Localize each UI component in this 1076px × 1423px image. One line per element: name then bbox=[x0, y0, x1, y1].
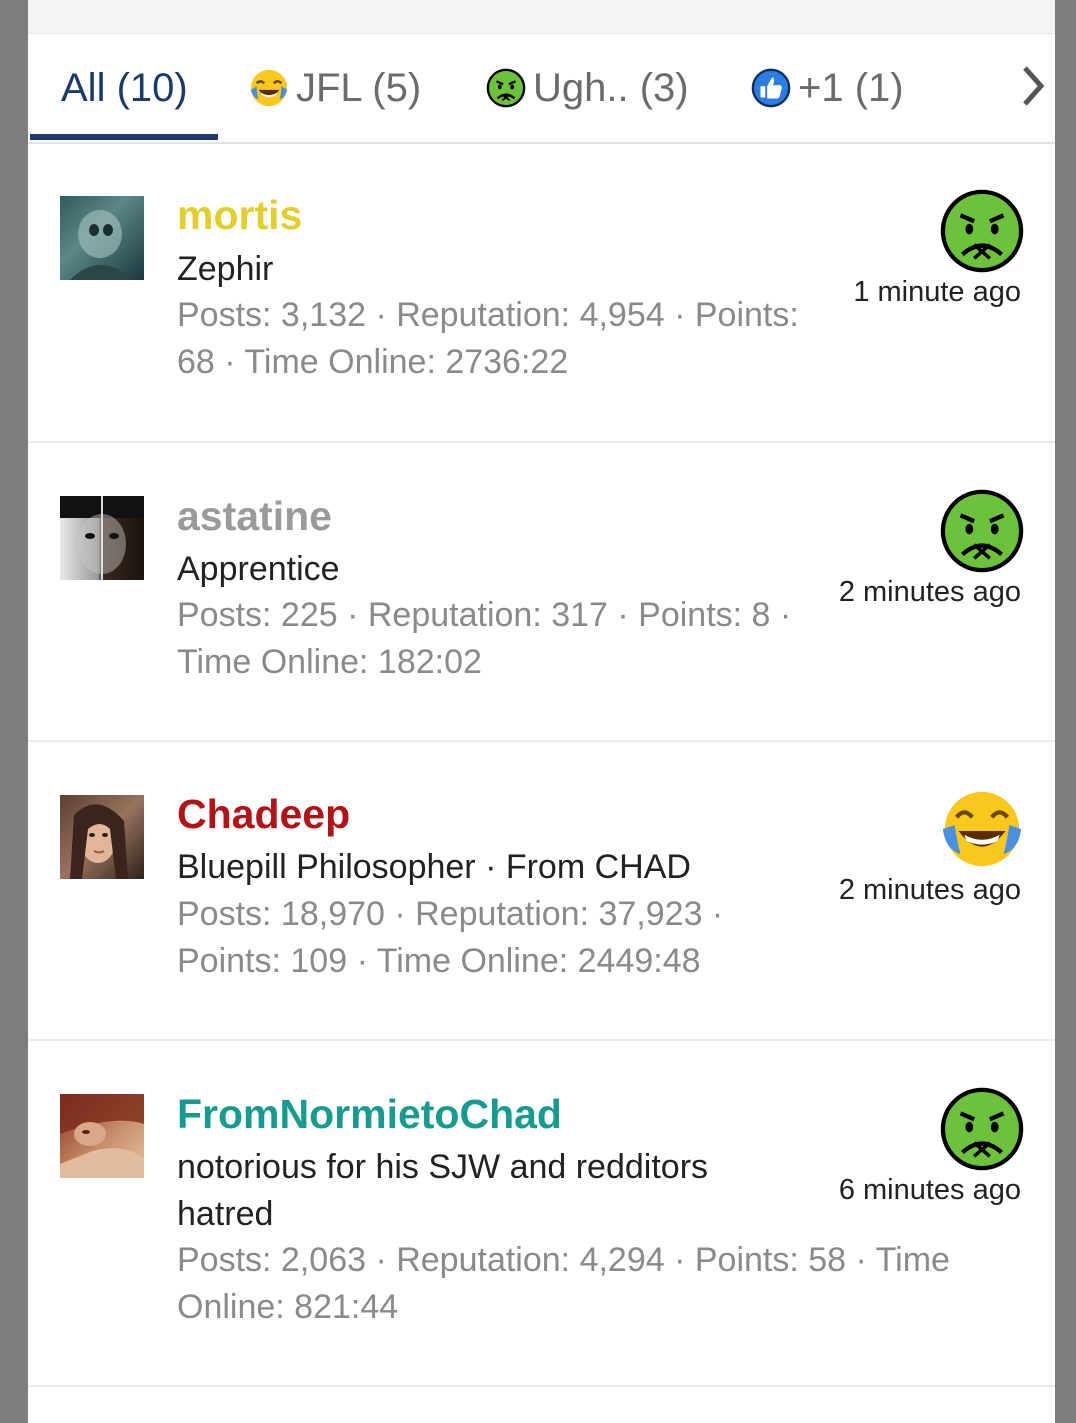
thumbs-up-icon bbox=[750, 67, 792, 109]
sick-face-emoji-icon bbox=[485, 67, 527, 109]
crying-laughing-emoji-icon bbox=[939, 786, 1025, 872]
tabs-scroll-right-button[interactable] bbox=[965, 34, 1055, 142]
reaction-time: 2 minutes ago bbox=[838, 874, 1021, 906]
chevron-right-icon bbox=[1017, 64, 1047, 113]
avatar[interactable] bbox=[60, 496, 144, 580]
tab-label: +1 (1) bbox=[798, 65, 904, 110]
active-tab-indicator bbox=[30, 134, 218, 140]
avatar[interactable] bbox=[60, 196, 144, 280]
tab-ugh[interactable]: Ugh.. (3) bbox=[485, 34, 689, 142]
list-item: mortis Zephir Posts: 3,132 · Reputation:… bbox=[28, 144, 1055, 443]
sick-face-emoji-icon bbox=[939, 488, 1025, 574]
username-link[interactable]: astatine bbox=[177, 493, 332, 540]
avatar[interactable] bbox=[60, 1094, 144, 1178]
crying-laughing-emoji-icon bbox=[248, 67, 290, 109]
tab-label: Ugh.. (3) bbox=[533, 65, 689, 110]
user-title: Zephir bbox=[177, 250, 274, 288]
username-link[interactable]: Chadeep bbox=[177, 791, 350, 838]
user-title: notorious for his SJW and redditors hatr… bbox=[177, 1148, 709, 1233]
reaction-time: 2 minutes ago bbox=[838, 576, 1021, 608]
user-stats: Posts: 2,063 · Reputation: 4,294 · Point… bbox=[177, 1241, 950, 1326]
reaction-time: 6 minutes ago bbox=[838, 1174, 1021, 1206]
user-stats: Posts: 18,970 · Reputation: 37,923 · Poi… bbox=[177, 895, 724, 980]
user-title: Bluepill Philosopher · From CHAD bbox=[177, 848, 691, 886]
tab-jfl[interactable]: JFL (5) bbox=[248, 34, 421, 142]
sick-face-emoji-icon bbox=[939, 1086, 1025, 1172]
user-title: Apprentice bbox=[177, 550, 340, 588]
avatar[interactable] bbox=[60, 795, 144, 879]
reactions-panel: All (10) JFL (5) Ugh.. (3) +1 (1) mortis… bbox=[28, 0, 1055, 1423]
list-item: astatine Apprentice Posts: 225 · Reputat… bbox=[28, 443, 1055, 742]
user-stats: Posts: 3,132 · Reputation: 4,954 · Point… bbox=[177, 296, 799, 381]
tab-label: JFL (5) bbox=[296, 65, 422, 110]
top-strip bbox=[28, 0, 1055, 34]
list-item: FromNormietoChad notorious for his SJW a… bbox=[28, 1041, 1055, 1387]
username-link[interactable]: FromNormietoChad bbox=[177, 1091, 562, 1138]
user-stats: Posts: 225 · Reputation: 317 · Points: 8… bbox=[177, 596, 792, 681]
sick-face-emoji-icon bbox=[939, 188, 1025, 274]
reaction-time: 1 minute ago bbox=[853, 276, 1021, 308]
tab-all[interactable]: All (10) bbox=[61, 34, 188, 142]
list-item: Chadeep Bluepill Philosopher · From CHAD… bbox=[28, 742, 1055, 1041]
tab-label: All (10) bbox=[61, 65, 188, 110]
username-link[interactable]: mortis bbox=[177, 192, 302, 239]
reaction-tabs: All (10) JFL (5) Ugh.. (3) +1 (1) bbox=[28, 34, 1055, 144]
tab-plus-one[interactable]: +1 (1) bbox=[750, 34, 904, 142]
